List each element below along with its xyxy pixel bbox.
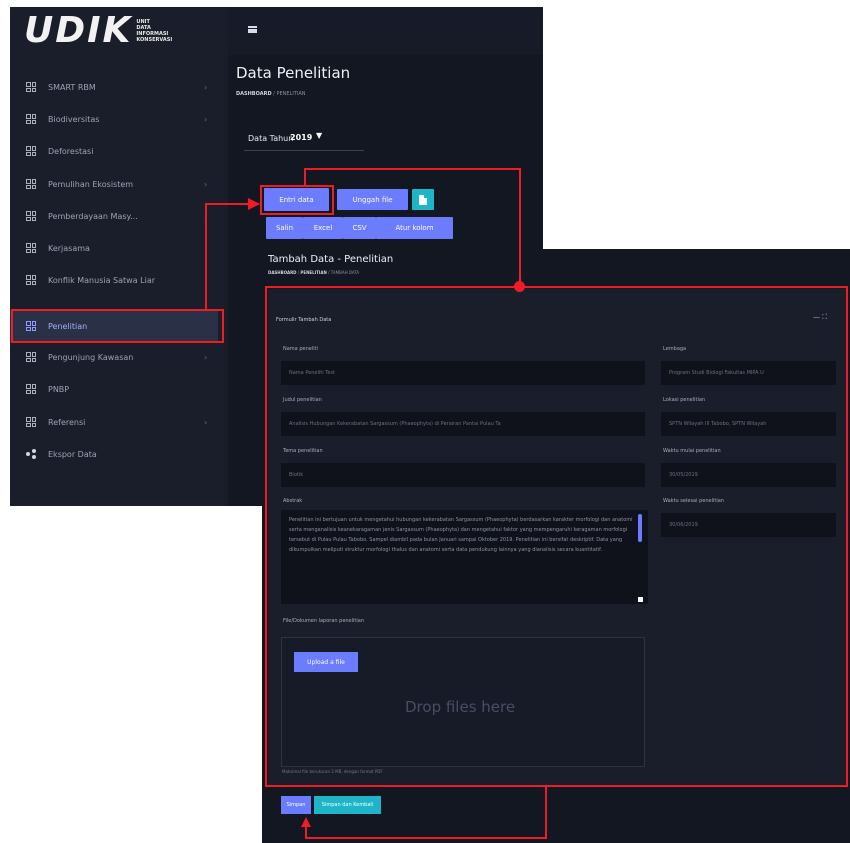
sidebar-item[interactable]: Biodiversitas › [10, 103, 218, 135]
annotation-arrow-up [301, 817, 311, 827]
annotation-line [304, 168, 306, 186]
sidebar-item-label: Biodiversitas [48, 114, 100, 124]
breadcrumb: DASHBOARD / PENELITIAN [236, 91, 306, 97]
grid-icon [26, 384, 36, 394]
salin-button[interactable]: Salin [266, 217, 303, 239]
annotation-line [305, 826, 307, 839]
chevron-right-icon: › [204, 352, 208, 362]
sidebar-item[interactable]: PNBP [10, 373, 218, 405]
year-filter-select[interactable]: 2019 [290, 133, 312, 142]
logo-wordmark: UDIK [24, 10, 133, 51]
hamburger-icon[interactable] [248, 26, 257, 33]
sidebar-item-label: Konflik Manusia Satwa Liar [48, 275, 156, 285]
breadcrumb-home[interactable]: DASHBOARD [268, 270, 296, 275]
file-download-button[interactable] [412, 189, 434, 210]
sidebar-item[interactable]: Pemulihan Ekosistem › [10, 168, 218, 200]
page-title: Data Penelitian [236, 64, 351, 82]
breadcrumb-separator: / [273, 91, 275, 97]
year-filter-underline [244, 150, 364, 151]
save-button[interactable]: Simpan [281, 796, 311, 814]
sidebar-item-label: Referensi [48, 417, 86, 427]
sidebar-item[interactable]: Referensi › [10, 406, 218, 438]
breadcrumb-current: PENELITIAN [276, 91, 306, 97]
csv-button[interactable]: CSV [343, 217, 376, 239]
breadcrumb-home[interactable]: DASHBOARD [236, 91, 272, 97]
sidebar-item-label: Pengunjung Kawasan [48, 352, 134, 362]
highlight-form-area [265, 286, 848, 787]
annotation-line [304, 168, 521, 170]
sidebar-item-label: Pemulihan Ekosistem [48, 179, 134, 189]
grid-icon [26, 352, 36, 362]
add-page-breadcrumb: DASHBOARD / PENELITIAN / TAMBAH DATA [268, 270, 359, 275]
logo-subtitle: UNIT DATA INFORMASI KONSERVASI [136, 19, 176, 43]
chevron-right-icon: › [204, 82, 208, 92]
sidebar-item-label: Pemberdayaan Masy... [48, 211, 138, 221]
highlight-entri-data [260, 185, 334, 215]
sidebar-item[interactable]: Deforestasi [10, 135, 218, 167]
breadcrumb-separator: / [297, 270, 300, 275]
grid-icon [26, 179, 36, 189]
sidebar-item[interactable]: Kerjasama [10, 232, 218, 264]
sidebar-item[interactable]: Konflik Manusia Satwa Liar [10, 264, 218, 296]
chevron-right-icon: › [204, 114, 208, 124]
breadcrumb-separator: / [328, 270, 330, 275]
sidebar-item[interactable]: Pengunjung Kawasan › [10, 341, 218, 373]
logo-subtitle-line: KONSERVASI [136, 37, 173, 43]
annotation-line [205, 204, 207, 310]
annotation-line [519, 168, 521, 286]
chevron-right-icon: › [204, 417, 208, 427]
add-page-title: Tambah Data - Penelitian [268, 254, 394, 265]
caret-down-icon[interactable]: ▼ [316, 131, 322, 140]
excel-button[interactable]: Excel [303, 217, 343, 239]
grid-icon [26, 146, 36, 156]
annotation-line [305, 837, 547, 839]
app-logo: UDIK UNIT DATA INFORMASI KONSERVASI [10, 7, 228, 55]
chevron-right-icon: › [204, 179, 208, 189]
grid-icon [26, 243, 36, 253]
breadcrumb-middle[interactable]: PENELITIAN [300, 270, 326, 275]
save-and-back-button[interactable]: Simpan dan Kembali [314, 796, 381, 814]
annotation-line [205, 203, 249, 205]
atur-kolom-button[interactable]: Atur kolom [376, 217, 453, 239]
sidebar-item-label: Kerjasama [48, 243, 90, 253]
breadcrumb-current: TAMBAH DATA [330, 270, 360, 275]
sidebar-item-label: SMART RBM [48, 82, 96, 92]
annotation-arrow-right [248, 198, 260, 210]
grid-icon [26, 82, 36, 92]
sidebar-item[interactable]: Ekspor Data [10, 438, 218, 470]
file-icon [419, 194, 427, 205]
unggah-file-button[interactable]: Unggah file [337, 189, 408, 210]
top-bar [228, 7, 543, 55]
sidebar-item-label: Deforestasi [48, 146, 94, 156]
grid-icon [26, 417, 36, 427]
grid-icon [26, 275, 36, 285]
sidebar-item-label: Ekspor Data [48, 449, 97, 459]
grid-icon [26, 211, 36, 221]
highlight-penelitian-menu [11, 309, 224, 343]
share-icon [26, 449, 36, 459]
year-filter-label: Data Tahun [248, 134, 294, 143]
grid-icon [26, 114, 36, 124]
sidebar-item[interactable]: Pemberdayaan Masy...› [10, 200, 218, 232]
sidebar-item-label: PNBP [48, 384, 70, 394]
annotation-line [545, 787, 547, 839]
sidebar-item[interactable]: SMART RBM › [10, 71, 218, 103]
